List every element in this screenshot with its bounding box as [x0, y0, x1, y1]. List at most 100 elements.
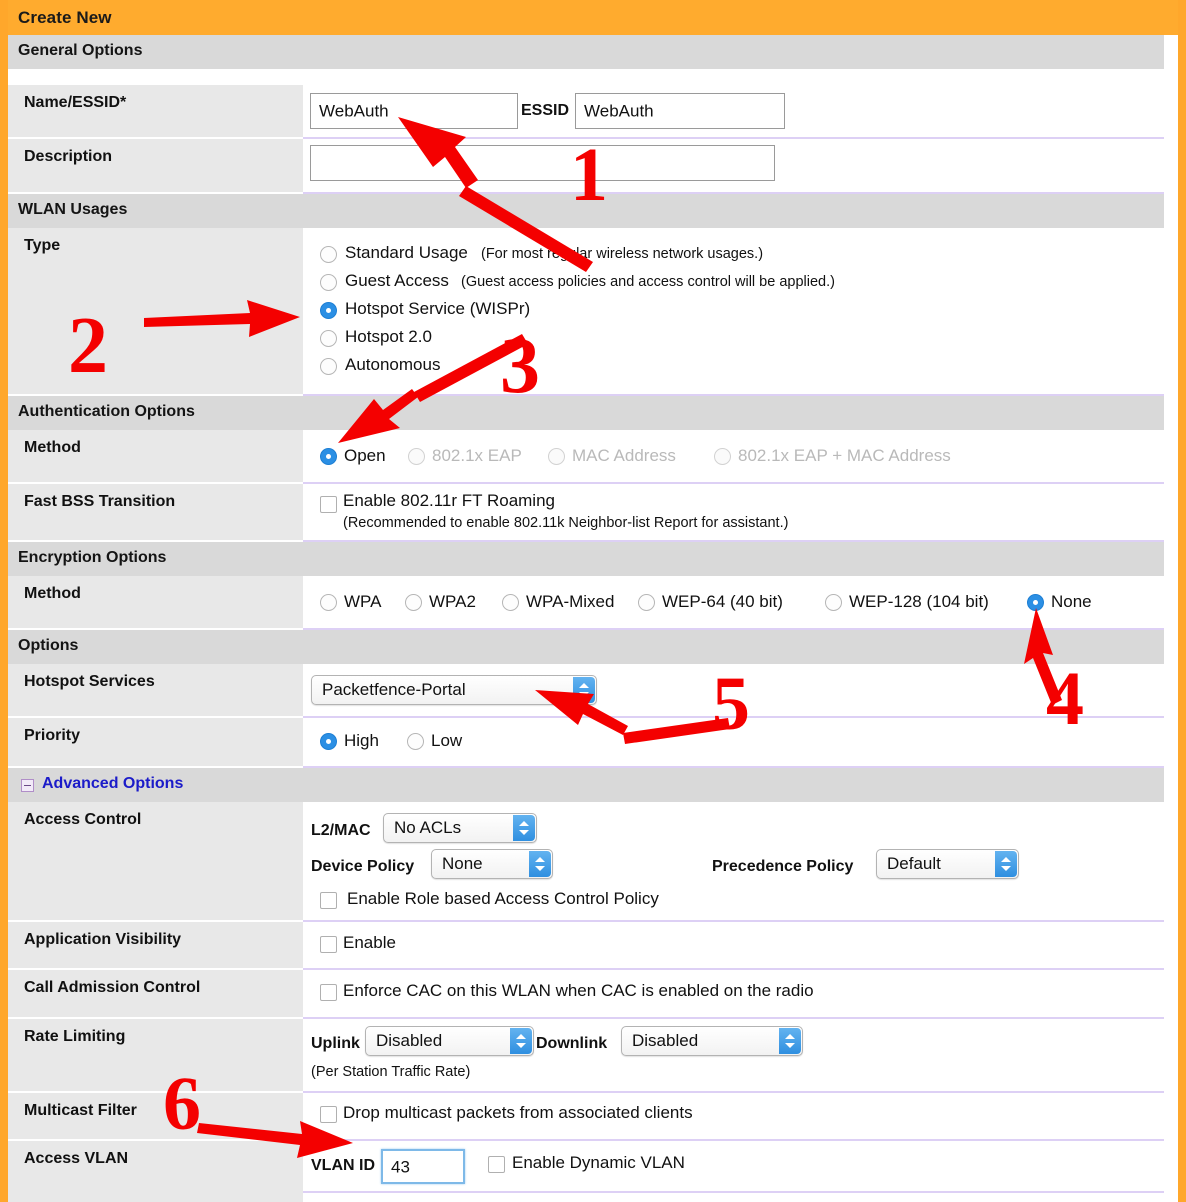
access-control-label: Access Control — [24, 811, 141, 829]
type-autonomous-radio[interactable] — [320, 358, 337, 375]
section-header-authentication-options: Authentication Options — [8, 396, 1164, 430]
section-header-wlan-usages: WLAN Usages — [8, 194, 1164, 228]
downlink-select[interactable]: Disabled — [621, 1026, 803, 1056]
type-standard-usage-radio[interactable] — [320, 246, 337, 263]
application-visibility-checkbox[interactable] — [320, 936, 337, 953]
section-header-encryption-options: Encryption Options — [8, 542, 1164, 576]
l2mac-select[interactable]: No ACLs — [383, 813, 537, 843]
row-label: Priority — [8, 718, 303, 766]
auth-method-open-label: Open — [344, 446, 386, 466]
type-hotspot-service-radio[interactable] — [320, 302, 337, 319]
section-label: General Options — [18, 42, 142, 60]
row-label: Multicast Filter — [8, 1093, 303, 1139]
dynamic-vlan-label: Enable Dynamic VLAN — [512, 1153, 685, 1173]
encryption-method-label: Method — [24, 585, 81, 603]
priority-high-radio[interactable] — [320, 733, 337, 750]
row-label: Method — [8, 430, 303, 482]
row-label: Type — [8, 228, 303, 394]
essid-label: ESSID — [521, 102, 569, 120]
hotspot-services-label: Hotspot Services — [24, 673, 155, 691]
role-based-acl-checkbox[interactable] — [320, 892, 337, 909]
priority-high-label: High — [344, 731, 379, 751]
row-application-visibility: Application Visibility Enable — [8, 922, 1164, 968]
auth-method-mac-address-radio — [548, 448, 565, 465]
ft-roaming-label: Enable 802.11r FT Roaming — [343, 491, 555, 511]
row-field: Packetfence-Portal — [303, 664, 1164, 716]
section-label: Authentication Options — [18, 403, 195, 421]
row-label: Access VLAN — [8, 1141, 303, 1191]
chevron-up-down-icon[interactable] — [995, 851, 1017, 877]
auth-method-open-radio[interactable] — [320, 448, 337, 465]
section-header-advanced-options[interactable]: Advanced Options — [8, 768, 1164, 802]
encryption-wpa2-label: WPA2 — [429, 592, 476, 612]
name-essid-input[interactable]: WebAuth — [310, 93, 518, 129]
collapse-minus-icon[interactable] — [21, 779, 34, 792]
row-priority: Priority High Low — [8, 718, 1164, 766]
row-filler — [8, 1191, 303, 1202]
multicast-filter-label: Multicast Filter — [24, 1102, 137, 1120]
encryption-wpa-mixed-label: WPA-Mixed — [526, 592, 614, 612]
chevron-up-down-icon[interactable] — [779, 1028, 801, 1054]
type-hotspot-service-label: Hotspot Service (WISPr) — [345, 299, 530, 319]
encryption-wpa2-radio[interactable] — [405, 594, 422, 611]
type-standard-usage-label: Standard Usage — [345, 243, 468, 263]
downlink-value: Disabled — [632, 1031, 698, 1051]
priority-label: Priority — [24, 727, 80, 745]
auth-method-8021x-eap-radio — [408, 448, 425, 465]
description-input[interactable] — [310, 145, 775, 181]
encryption-wep128-radio[interactable] — [825, 594, 842, 611]
uplink-select[interactable]: Disabled — [365, 1026, 534, 1056]
priority-low-radio[interactable] — [407, 733, 424, 750]
encryption-wep64-label: WEP-64 (40 bit) — [662, 592, 783, 612]
vlan-id-input[interactable]: 43 — [381, 1149, 465, 1184]
row-field: VLAN ID 43 Enable Dynamic VLAN — [303, 1141, 1164, 1191]
rate-limiting-label: Rate Limiting — [24, 1028, 125, 1046]
auth-method-eap-mac-label: 802.1x EAP + MAC Address — [738, 446, 951, 466]
l2mac-label: L2/MAC — [311, 822, 371, 840]
uplink-label: Uplink — [311, 1035, 360, 1053]
row-field: Standard Usage (For most regular wireles… — [303, 228, 1164, 394]
type-hotspot20-radio[interactable] — [320, 330, 337, 347]
row-fast-bss-transition: Fast BSS Transition Enable 802.11r FT Ro… — [8, 484, 1164, 540]
type-guest-access-label: Guest Access — [345, 271, 449, 291]
device-policy-select[interactable]: None — [431, 849, 553, 879]
type-guest-access-radio[interactable] — [320, 274, 337, 291]
vlan-id-label: VLAN ID — [311, 1157, 375, 1175]
encryption-wep128-label: WEP-128 (104 bit) — [849, 592, 989, 612]
multicast-filter-checkbox[interactable] — [320, 1106, 337, 1123]
ft-roaming-checkbox[interactable] — [320, 496, 337, 513]
row-label: Method — [8, 576, 303, 628]
encryption-wep64-radio[interactable] — [638, 594, 655, 611]
row-label: Fast BSS Transition — [8, 484, 303, 540]
row-label: Access Control — [8, 802, 303, 920]
description-label: Description — [24, 148, 112, 166]
chevron-up-down-icon[interactable] — [510, 1028, 532, 1054]
cac-checkbox[interactable] — [320, 984, 337, 1001]
name-essid-value: WebAuth — [319, 103, 389, 120]
dynamic-vlan-checkbox[interactable] — [488, 1156, 505, 1173]
auth-method-label: Method — [24, 439, 81, 457]
precedence-policy-select[interactable]: Default — [876, 849, 1019, 879]
row-multicast-filter: Multicast Filter Drop multicast packets … — [8, 1093, 1164, 1139]
advanced-options-toggle[interactable]: Advanced Options — [42, 775, 183, 793]
encryption-wpa-radio[interactable] — [320, 594, 337, 611]
encryption-wpa-mixed-radio[interactable] — [502, 594, 519, 611]
device-policy-label: Device Policy — [311, 858, 414, 876]
hotspot-services-value: Packetfence-Portal — [322, 680, 466, 700]
downlink-label: Downlink — [536, 1035, 607, 1053]
chevron-up-down-icon[interactable] — [513, 815, 535, 841]
encryption-none-radio[interactable] — [1027, 594, 1044, 611]
vlan-id-value: 43 — [391, 1158, 410, 1175]
essid-input[interactable]: WebAuth — [575, 93, 785, 129]
auth-method-eap-mac-radio — [714, 448, 731, 465]
auth-method-mac-address-label: MAC Address — [572, 446, 676, 466]
l2mac-value: No ACLs — [394, 818, 461, 838]
hotspot-services-select[interactable]: Packetfence-Portal — [311, 675, 597, 705]
row-label: Hotspot Services — [8, 664, 303, 716]
chevron-up-down-icon[interactable] — [529, 851, 551, 877]
uplink-value: Disabled — [376, 1031, 442, 1051]
row-label: Description — [8, 139, 303, 192]
row-field: Uplink Disabled Downlink Disabled (Per S… — [303, 1019, 1164, 1091]
divider — [303, 1191, 1164, 1193]
chevron-up-down-icon[interactable] — [573, 677, 595, 703]
